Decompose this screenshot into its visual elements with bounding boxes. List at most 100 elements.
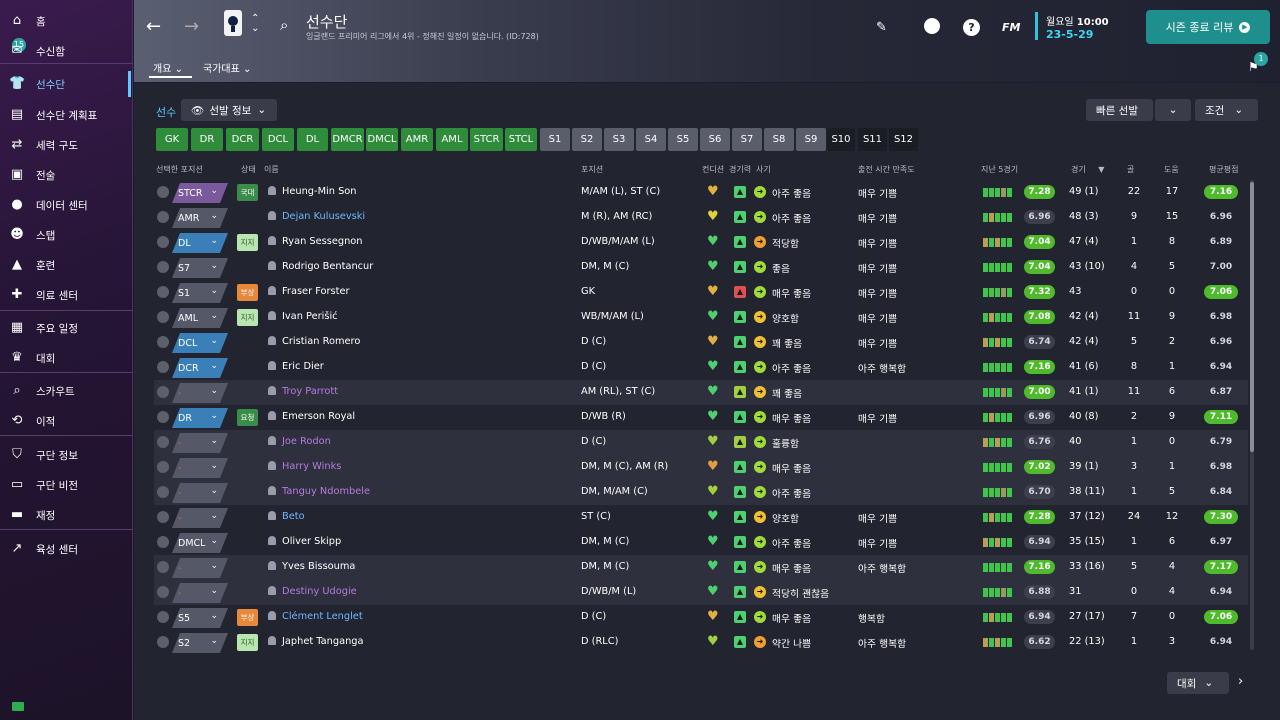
condition-dropdown[interactable]: 조건 ⌄ (1195, 99, 1258, 121)
selected-position-dropdown[interactable]: - ⌄ (172, 558, 228, 578)
sidebar-item-11[interactable]: ▦ 주요 일정 (0, 315, 133, 341)
player-name[interactable]: Clément Lenglet (268, 611, 363, 622)
pencil-icon[interactable]: ✎ (876, 20, 887, 35)
row-select-checkbox[interactable] (157, 261, 169, 273)
table-row[interactable]: S1 ⌄ 부상 Fraser Forster GK ♥ ▲ ➜ 매우 좋음 매우 기쁨 7.32 43… (154, 280, 1248, 305)
row-select-checkbox[interactable] (157, 636, 169, 648)
player-name[interactable]: Beto (268, 511, 305, 522)
row-select-checkbox[interactable] (157, 336, 169, 348)
selected-position-dropdown[interactable]: STCR ⌄ (172, 183, 228, 203)
row-select-checkbox[interactable] (157, 386, 169, 398)
player-name[interactable]: Emerson Royal (268, 411, 355, 422)
col-position[interactable]: 포지션 (581, 164, 603, 175)
player-name[interactable]: Joe Rodon (268, 436, 331, 447)
current-day[interactable]: 월요일 10:00 (1046, 13, 1109, 28)
selected-position-dropdown[interactable]: DCR ⌄ (172, 358, 228, 378)
sidebar-item-5[interactable]: ⇄ 세력 구도 (0, 132, 133, 158)
row-select-checkbox[interactable] (157, 411, 169, 423)
position-filter-dmcr[interactable]: DMCR (331, 128, 364, 151)
position-filter-stcr[interactable]: STCR (470, 128, 503, 151)
selected-position-dropdown[interactable]: S1 ⌄ (172, 283, 228, 303)
fm-menu-button[interactable]: FM (1002, 21, 1020, 34)
row-select-checkbox[interactable] (157, 611, 169, 623)
position-filter-dcl[interactable]: DCL (262, 128, 294, 151)
player-name[interactable]: Harry Winks (268, 461, 341, 472)
table-row[interactable]: - ⌄ Beto ST (C) ♥ ▲ ➜ 양호함 매우 기쁨 7.28 37 (12) 24 12 7.… (154, 505, 1248, 530)
back-arrow-icon[interactable]: ← (146, 16, 161, 37)
player-name[interactable]: Troy Parrott (268, 386, 338, 397)
sidebar-item-17[interactable]: ▬ 재정 (0, 502, 133, 528)
table-row[interactable]: DCR ⌄ Eric Dier D (C) ♥ ▲ ➜ 아주 좋음 아주 행복함 7.16 41 (… (154, 355, 1248, 380)
position-filter-s10[interactable]: S10 (827, 128, 855, 151)
table-row[interactable]: AML ⌄ 지지 Ivan Perišić WB/M/AM (L) ♥ ▲ ➜ 양호함 매우 기쁨… (154, 305, 1248, 330)
position-filter-aml[interactable]: AML (436, 128, 468, 151)
row-select-checkbox[interactable] (157, 186, 169, 198)
table-row[interactable]: - ⌄ Troy Parrott AM (RL), ST (C) ♥ ▲ ➜ 꽤 좋음 7.00… (154, 380, 1248, 405)
sidebar-item-2[interactable]: ✉ 수신함 (0, 38, 133, 64)
table-row[interactable]: - ⌄ Joe Rodon D (C) ♥ ▲ ➜ 훌륭함 6.76 40 1 0 6.79 (154, 430, 1248, 455)
col-condition[interactable]: 컨디션 (702, 164, 724, 175)
selected-position-dropdown[interactable]: - ⌄ (172, 433, 228, 453)
sidebar-item-1[interactable]: ⌂ 홈 (0, 8, 133, 34)
selected-position-dropdown[interactable]: - ⌄ (172, 508, 228, 528)
row-select-checkbox[interactable] (157, 486, 169, 498)
forward-arrow-icon[interactable]: → (184, 16, 199, 37)
position-filter-s6[interactable]: S6 (700, 128, 730, 151)
col-games[interactable]: 경기 ▼ (1071, 164, 1104, 175)
position-filter-dr[interactable]: DR (191, 128, 223, 151)
col-avg-rating[interactable]: 평균평점 (1209, 164, 1238, 175)
row-select-checkbox[interactable] (157, 561, 169, 573)
player-name[interactable]: Heung-Min Son (268, 186, 357, 197)
tab-international[interactable]: 국가대표 ⌄ (203, 60, 251, 75)
position-filter-dcr[interactable]: DCR (226, 128, 259, 151)
selected-position-dropdown[interactable]: S7 ⌄ (172, 258, 228, 278)
search-icon[interactable]: ⌕ (280, 16, 288, 34)
selected-position-dropdown[interactable]: DR ⌄ (172, 408, 228, 428)
position-filter-s5[interactable]: S5 (668, 128, 698, 151)
player-name[interactable]: Rodrigo Bentancur (268, 261, 373, 272)
position-filter-dmcl[interactable]: DMCL (366, 128, 398, 151)
selected-position-dropdown[interactable]: S2 ⌄ (172, 633, 228, 653)
selected-position-dropdown[interactable]: AMR ⌄ (172, 208, 228, 228)
selected-position-dropdown[interactable]: AML ⌄ (172, 308, 228, 328)
table-row[interactable]: DCL ⌄ Cristian Romero D (C) ♥ ▲ ➜ 꽤 좋음 매우 기쁨 6.74… (154, 330, 1248, 355)
table-row[interactable]: DR ⌄ 요청 Emerson Royal D/WB (R) ♥ ▲ ➜ 매우 좋음 매우 기쁨 6… (154, 405, 1248, 430)
quick-select-button[interactable]: 빠른 선발 (1086, 99, 1153, 121)
player-name[interactable]: Destiny Udogie (268, 586, 357, 597)
selected-position-dropdown[interactable]: - ⌄ (172, 483, 228, 503)
col-last5[interactable]: 지난 5경기 (981, 164, 1018, 175)
club-crest[interactable] (224, 10, 242, 36)
table-row[interactable]: - ⌄ Yves Bissouma DM, M (C) ♥ ▲ ➜ 매우 좋음 아주 행복함 7.… (154, 555, 1248, 580)
table-row[interactable]: - ⌄ Tanguy Ndombele DM, M/AM (C) ♥ ▲ ➜ 아주 좋음 6.7… (154, 480, 1248, 505)
table-row[interactable]: DL ⌄ 지지 Ryan Sessegnon D/WB/M/AM (L) ♥ ▲ ➜ 적당함 매우… (154, 230, 1248, 255)
competition-dropdown[interactable]: 대회 ⌄ (1167, 672, 1229, 694)
player-name[interactable]: Fraser Forster (268, 286, 350, 297)
position-filter-stcl[interactable]: STCL (505, 128, 537, 151)
position-filter-s8[interactable]: S8 (764, 128, 794, 151)
sidebar-item-6[interactable]: ▣ 전술 (0, 162, 133, 188)
player-name[interactable]: Ryan Sessegnon (268, 236, 363, 247)
row-select-checkbox[interactable] (157, 461, 169, 473)
table-row[interactable]: AMR ⌄ Dejan Kulusevski M (R), AM (RC) ♥ ▲ ➜ 아주 … (154, 205, 1248, 230)
player-name[interactable]: Eric Dier (268, 361, 324, 372)
player-name[interactable]: Ivan Perišić (268, 311, 338, 322)
view-dropdown[interactable]: 👁 선발 정보 ⌄ (181, 99, 277, 121)
row-select-checkbox[interactable] (157, 361, 169, 373)
row-select-checkbox[interactable] (157, 211, 169, 223)
row-select-checkbox[interactable] (157, 536, 169, 548)
table-row[interactable]: - ⌄ Destiny Udogie D/WB/M (L) ♥ ▲ ➜ 적당히 괜찮음 6.88… (154, 580, 1248, 605)
player-name[interactable]: Tanguy Ndombele (268, 486, 370, 497)
col-name[interactable]: 이름 (264, 164, 279, 175)
row-select-checkbox[interactable] (157, 311, 169, 323)
col-selected-position[interactable]: 선택한 포지션 (156, 164, 203, 175)
position-filter-s3[interactable]: S3 (604, 128, 634, 151)
position-filter-s9[interactable]: S9 (796, 128, 826, 151)
tab-overview[interactable]: 개요 ⌄ (153, 60, 183, 75)
position-filter-s7[interactable]: S7 (732, 128, 762, 151)
row-select-checkbox[interactable] (157, 286, 169, 298)
season-review-button[interactable]: 시즌 종료 리뷰 ▶ (1146, 10, 1270, 44)
sidebar-item-16[interactable]: ▭ 구단 비전 (0, 472, 133, 498)
position-filter-s12[interactable]: S12 (889, 128, 918, 151)
col-morale[interactable]: 사기 (756, 164, 771, 175)
sidebar-item-9[interactable]: ▲ 훈련 (0, 252, 133, 278)
